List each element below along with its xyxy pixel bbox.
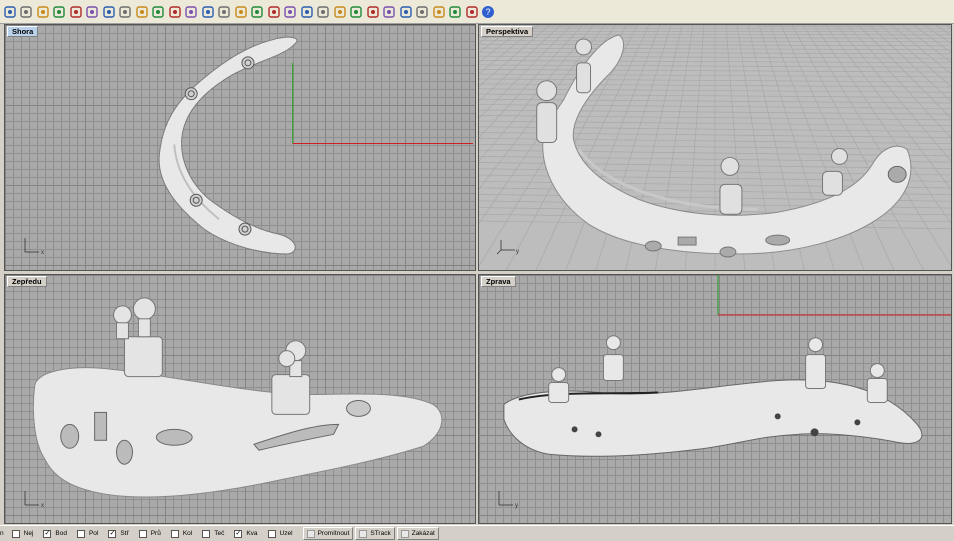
osnap-list: Nej ✓ Bod Pol ✓ Stř Prů Kol Teč ✓ Kva Uzel — [11, 527, 303, 541]
osnap-checkbox[interactable] — [170, 529, 179, 538]
osnap-uzel[interactable]: Uzel — [267, 527, 293, 541]
svg-text:y: y — [515, 503, 518, 509]
viewport-title-perspective[interactable]: Perspektiva — [481, 26, 534, 37]
pointer-icon[interactable] — [431, 3, 446, 20]
osnap-label: Nej — [23, 530, 34, 537]
osnap-stř[interactable]: ✓ Stř — [108, 527, 129, 541]
status-button-2[interactable]: Zakázat — [396, 527, 439, 540]
model-right-view — [503, 275, 951, 457]
lasso-icon[interactable] — [283, 3, 298, 20]
svg-text:x: x — [41, 503, 44, 509]
pan-icon[interactable] — [151, 3, 166, 20]
light-icon[interactable] — [332, 3, 347, 20]
osnap-label: Bod — [55, 530, 67, 537]
status-button-0[interactable]: Promítnout — [302, 527, 354, 540]
status-button-label: Zakázat — [411, 530, 435, 537]
print-icon[interactable] — [52, 3, 67, 20]
new-file-icon[interactable] — [2, 3, 17, 20]
osnap-prů[interactable]: Prů — [138, 527, 161, 541]
toggle-square — [359, 529, 368, 538]
viewport-title-front[interactable]: Zepředu — [7, 276, 47, 287]
viewport-title-top[interactable]: Shora — [7, 26, 39, 37]
osnap-pol[interactable]: Pol — [76, 527, 99, 541]
osnap-checkbox[interactable]: ✓ — [43, 529, 52, 538]
osnap-label: Uzel — [279, 530, 293, 537]
osnap-kva[interactable]: ✓ Kva — [234, 527, 258, 541]
osnap-checkbox[interactable] — [11, 529, 20, 538]
osnap-kol[interactable]: Kol — [170, 527, 193, 541]
save-icon[interactable] — [35, 3, 50, 20]
status-button-label: STrack — [370, 530, 391, 537]
paste-icon[interactable] — [118, 3, 133, 20]
osnap-label: Teč — [214, 530, 225, 537]
color-wheel-icon[interactable] — [382, 3, 397, 20]
osnap-label: Kva — [246, 530, 258, 537]
filter-icon[interactable] — [464, 3, 479, 20]
render-sphere-icon[interactable] — [415, 3, 430, 20]
zoom-icon[interactable] — [184, 3, 199, 20]
toggle-square — [400, 529, 409, 538]
car-icon[interactable] — [266, 3, 281, 20]
viewport-title-right[interactable]: Zprava — [481, 276, 516, 287]
osnap-checkbox[interactable] — [267, 529, 276, 538]
layer-icon[interactable] — [316, 3, 331, 20]
osnap-label: Stř — [120, 530, 129, 537]
shade-icon[interactable] — [398, 3, 413, 20]
toggle-square — [306, 529, 315, 538]
osnap-checkbox[interactable]: ✓ — [234, 529, 243, 538]
status-lead: n — [0, 530, 4, 537]
model-front-view — [32, 297, 443, 498]
undo-icon[interactable] — [134, 3, 149, 20]
viewport-front[interactable]: Zepředu x — [4, 274, 476, 524]
svg-text:x: x — [41, 250, 44, 256]
render-icon[interactable] — [365, 3, 380, 20]
status-bar: n Nej ✓ Bod Pol ✓ Stř Prů Kol Teč ✓ Kva Uzel Promít… — [0, 525, 954, 541]
osnap-bod[interactable]: ✓ Bod — [43, 527, 67, 541]
osnap-nej[interactable]: Nej — [11, 527, 34, 541]
axis-widget: x — [24, 491, 44, 509]
import-icon[interactable] — [68, 3, 83, 20]
help-glyph: ? — [482, 5, 494, 18]
copy-icon[interactable] — [101, 3, 116, 20]
model-perspective-view — [536, 34, 912, 258]
svg-text:y: y — [516, 249, 519, 255]
cut-icon[interactable] — [85, 3, 100, 20]
osnap-checkbox[interactable] — [138, 529, 147, 538]
viewport-perspective[interactable]: Perspektiva y — [478, 24, 952, 271]
open-icon[interactable] — [19, 3, 34, 20]
status-buttons: Promítnout STrack Zakázat — [302, 527, 441, 540]
axis-widget: y — [498, 491, 518, 509]
osnap-label: Pol — [88, 530, 99, 537]
osnap-checkbox[interactable] — [76, 529, 85, 538]
viewport-top[interactable]: Shora x — [4, 24, 476, 271]
rhino-window: ? Shora x Perspektiva y Zepředu x Zprava… — [0, 0, 954, 541]
four-viewports-icon[interactable] — [250, 3, 265, 20]
status-button-1[interactable]: STrack — [355, 527, 395, 540]
help-icon[interactable]: ? — [481, 3, 496, 20]
zoom-extents-icon[interactable] — [217, 3, 232, 20]
model-top-view — [158, 36, 473, 255]
zoom-window-icon[interactable] — [200, 3, 215, 20]
osnap-label: Prů — [150, 530, 161, 537]
axis-widget: y — [496, 240, 519, 255]
osnap-teč[interactable]: Teč — [202, 527, 224, 541]
zoom-selected-icon[interactable] — [233, 3, 248, 20]
svg-text:?: ? — [485, 7, 490, 17]
rotate-icon[interactable] — [167, 3, 182, 20]
settings-icon[interactable] — [448, 3, 463, 20]
viewport-right[interactable]: Zprava y — [478, 274, 952, 524]
dimension-icon[interactable] — [299, 3, 314, 20]
osnap-checkbox[interactable]: ✓ — [108, 529, 117, 538]
osnap-label: Kol — [182, 530, 193, 537]
status-button-label: Promítnout — [317, 530, 350, 537]
lock-icon[interactable] — [349, 3, 364, 20]
axis-widget: x — [24, 238, 44, 256]
osnap-checkbox[interactable] — [202, 529, 211, 538]
main-toolbar: ? — [0, 0, 954, 24]
